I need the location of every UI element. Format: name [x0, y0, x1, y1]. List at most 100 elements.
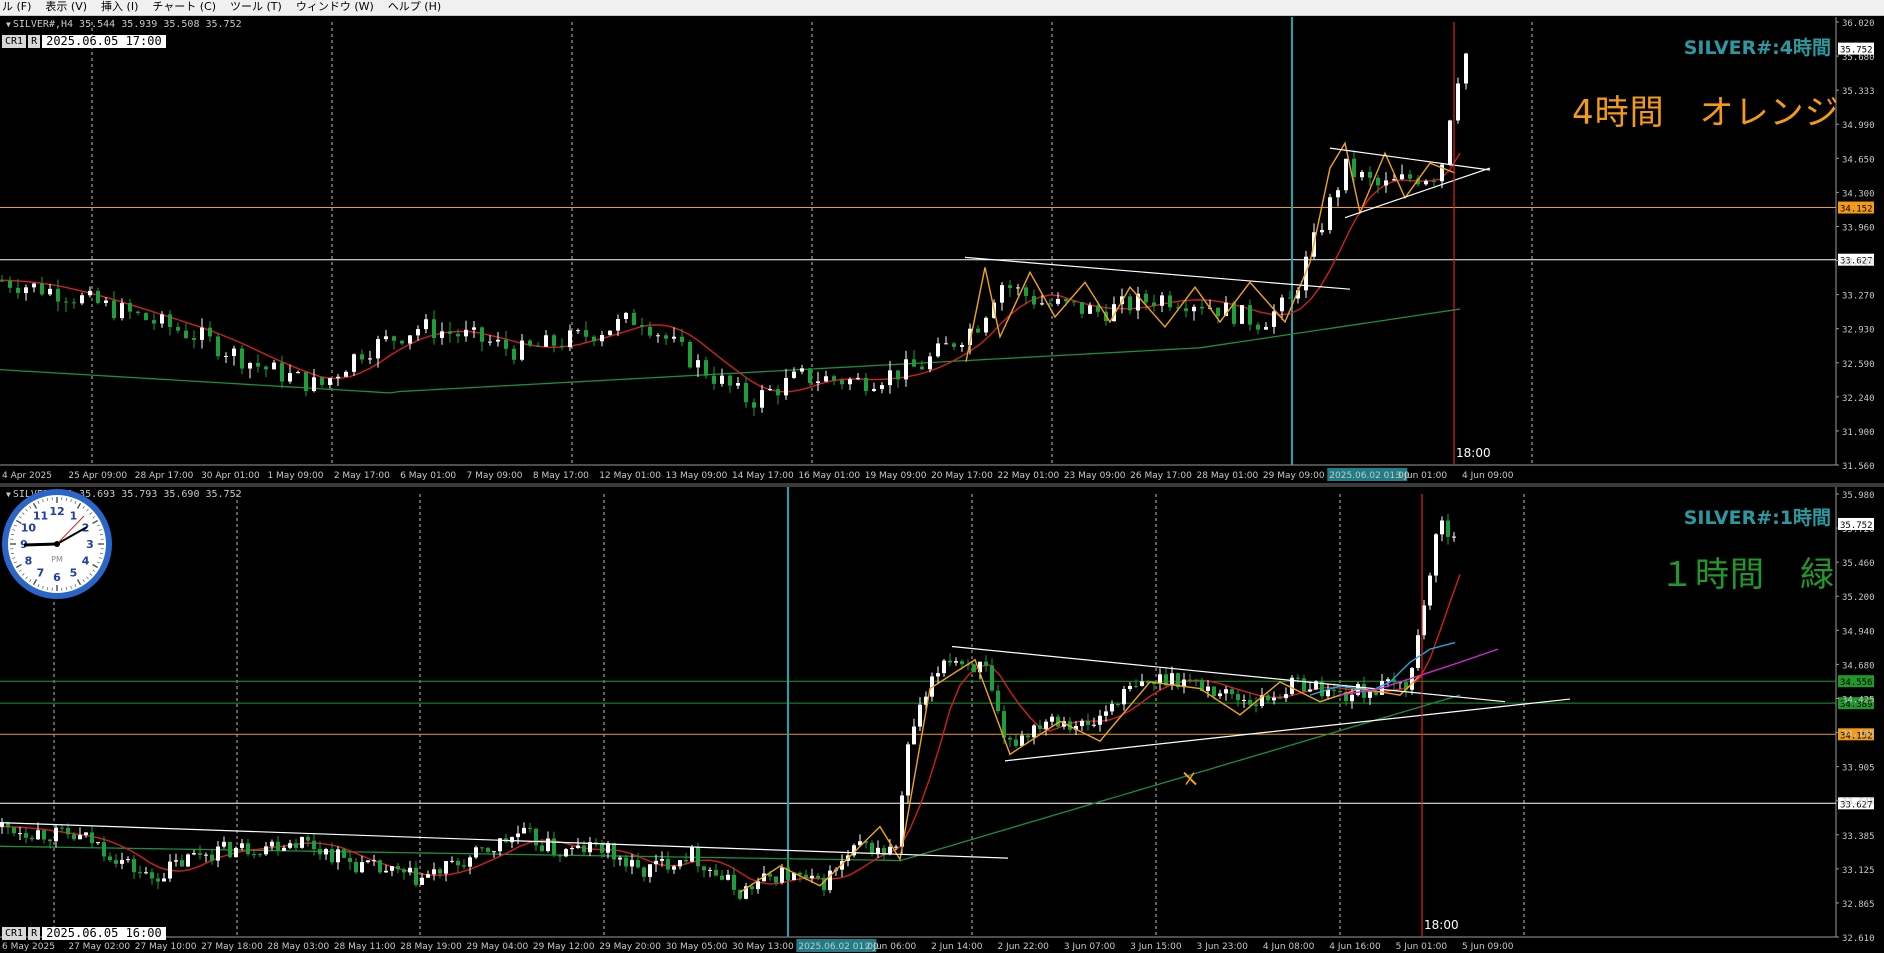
- candle-body: [888, 370, 892, 386]
- candle-body: [690, 846, 694, 862]
- candle-body: [492, 851, 496, 853]
- tag-r[interactable]: R: [28, 35, 41, 48]
- candle-body: [152, 320, 156, 324]
- time-axis-label: 3 Jun 15:00: [1130, 942, 1182, 952]
- candle-body: [1376, 177, 1380, 186]
- candle-body: [84, 832, 88, 836]
- candle-body: [504, 339, 508, 349]
- chart-canvas-h1[interactable]: 34.55634.38934.15233.62718:0035.98035.72…: [0, 487, 1884, 953]
- menu-item[interactable]: ヘルプ (H): [381, 0, 448, 14]
- candle-body: [696, 360, 700, 368]
- candle-body: [304, 372, 308, 392]
- candle-body: [616, 319, 620, 331]
- candle-body: [636, 860, 640, 868]
- candle-body: [1088, 305, 1092, 314]
- candle-body: [678, 860, 682, 867]
- time-axis-label: 2 Jun 14:00: [931, 942, 983, 952]
- candle-body: [1098, 715, 1102, 725]
- candle-body: [732, 874, 736, 890]
- candle-body: [1032, 295, 1036, 305]
- time-axis-label: 6 May 01:00: [400, 471, 456, 481]
- candle-body: [480, 847, 484, 849]
- candle-body: [1140, 681, 1144, 687]
- candle-body: [1296, 677, 1300, 679]
- candle-body: [702, 866, 706, 871]
- candle-body: [328, 378, 332, 385]
- candle-body: [480, 327, 484, 342]
- candle-body: [496, 339, 500, 342]
- level-price-label: 34.152: [1840, 205, 1873, 215]
- analog-clock-icon: 121234567891011PM: [2, 489, 112, 599]
- candle-body: [552, 838, 556, 856]
- clock-number: 11: [33, 509, 48, 522]
- menu-item[interactable]: ウィンドウ (W): [289, 0, 381, 14]
- candle-body: [990, 665, 994, 691]
- chart-tags: CR1 R 2025.06.05 16:00: [2, 927, 166, 940]
- candle-body: [1160, 295, 1164, 306]
- candle-body: [432, 869, 436, 875]
- candle-body: [1104, 711, 1108, 716]
- candle-body: [150, 872, 154, 879]
- time-axis-label: 29 May 20:00: [599, 942, 661, 952]
- tag-cr[interactable]: CR1: [2, 927, 27, 940]
- time-axis-label: 29 May 12:00: [533, 942, 595, 952]
- time-axis-label: 19 May 09:00: [865, 471, 927, 481]
- candle-body: [1050, 716, 1054, 722]
- candle-body: [864, 377, 868, 391]
- collapse-icon[interactable]: ▼: [6, 20, 11, 29]
- candle-body: [56, 288, 60, 302]
- candle-body: [1400, 174, 1404, 180]
- candle-body: [1320, 229, 1324, 233]
- candle-body: [512, 348, 516, 360]
- menu-item[interactable]: 表示 (V): [38, 0, 94, 14]
- candle-body: [1344, 158, 1348, 191]
- candle-body: [1056, 298, 1060, 304]
- candle-body: [256, 362, 260, 367]
- candle-body: [1278, 697, 1282, 699]
- candle-body: [1302, 678, 1306, 692]
- candle-body: [522, 827, 526, 834]
- menu-item[interactable]: 挿入 (I): [94, 0, 145, 14]
- candle-body: [1384, 180, 1388, 186]
- candle-body: [468, 857, 472, 867]
- candle-body: [312, 840, 316, 850]
- candle-body: [372, 860, 376, 862]
- chart-pane-h1[interactable]: 34.556 34.389 34.152 33.627 18:00 35.980 35.72…: [0, 487, 1884, 953]
- candle-body: [1072, 301, 1076, 303]
- candle-body: [0, 280, 4, 282]
- candle-body: [1116, 703, 1120, 705]
- tag-r[interactable]: R: [28, 927, 41, 940]
- candle-body: [210, 854, 214, 861]
- chart-pane-h4[interactable]: 34.152 33.627 18:00 36.020 35.680 35.333 34.99…: [0, 17, 1884, 483]
- time-axis-label: 4 Jun 09:00: [1462, 471, 1514, 481]
- candle-body: [654, 860, 658, 865]
- candle-body: [856, 377, 860, 380]
- candle-body: [270, 841, 274, 847]
- time-axis-label: 28 May 19:00: [400, 942, 462, 952]
- moving-average-red: [0, 574, 1461, 885]
- time-axis-label: 27 May 10:00: [135, 942, 197, 952]
- time-axis-label: 5 Jun 01:00: [1396, 942, 1448, 952]
- candle-body: [176, 327, 180, 331]
- time-axis-label: 3 Jun 01:00: [1396, 471, 1448, 481]
- candle-body: [144, 872, 148, 874]
- candle-body: [768, 389, 772, 391]
- candle-body: [1266, 695, 1270, 701]
- menu-item[interactable]: ツール (T): [223, 0, 289, 14]
- candle-body: [880, 385, 884, 389]
- tag-cr[interactable]: CR1: [2, 35, 27, 48]
- candle-body: [684, 860, 688, 862]
- candle-body: [1386, 679, 1390, 682]
- price-tick-label: 34.940: [1842, 627, 1875, 637]
- candle-body: [510, 837, 514, 843]
- candle-body: [48, 839, 52, 842]
- trend-line[interactable]: [0, 822, 1009, 859]
- menu-item[interactable]: チャート (C): [145, 0, 223, 14]
- time-axis-label: 28 May 11:00: [334, 942, 396, 952]
- candle-body: [114, 860, 118, 864]
- candle-body: [1280, 297, 1284, 312]
- candle-body: [774, 876, 778, 883]
- candle-body: [474, 847, 478, 858]
- trend-line[interactable]: [1004, 698, 1571, 762]
- menu-item[interactable]: ル (F): [0, 0, 38, 14]
